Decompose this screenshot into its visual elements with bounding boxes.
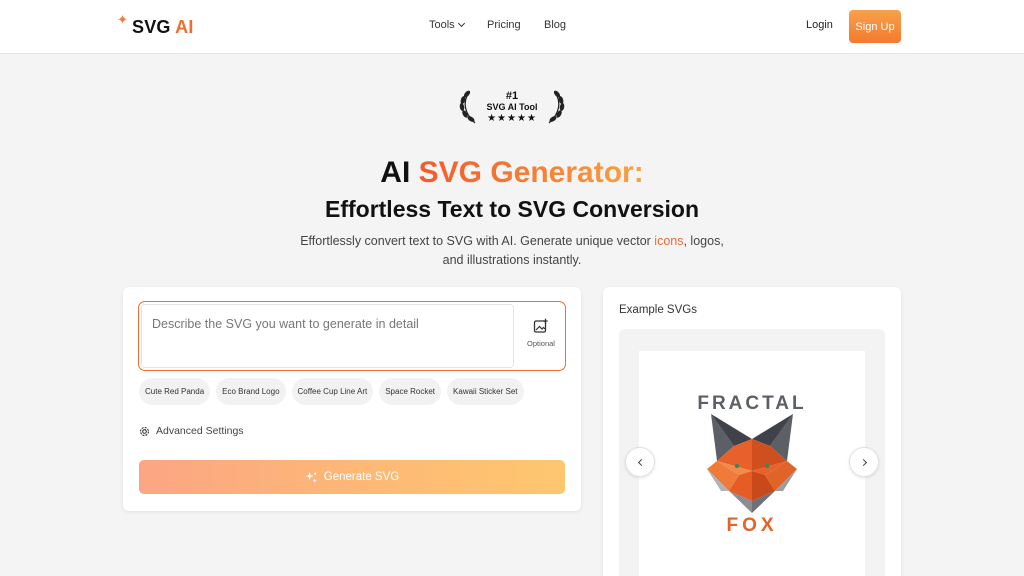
advanced-settings-toggle[interactable]: Advanced Settings — [139, 425, 244, 437]
login-link[interactable]: Login — [806, 19, 833, 31]
example-carousel: FRACTAL FOX — [619, 329, 885, 576]
hero-title: AI SVG Generator: — [380, 156, 644, 189]
hero-subtitle: Effortless Text to SVG Conversion — [324, 196, 700, 222]
optional-label: Optional — [527, 339, 555, 348]
suggestion-chip[interactable]: Eco Brand Logo — [216, 378, 286, 405]
prompt-box: Optional — [138, 301, 566, 371]
nav-links: Tools Pricing Blog — [429, 19, 584, 31]
chevron-left-icon — [637, 458, 645, 466]
badge-rank: #1 — [505, 90, 519, 102]
badge-label: SVG AI Tool — [486, 102, 538, 112]
suggestion-chip[interactable]: Coffee Cup Line Art — [291, 378, 374, 405]
signup-button[interactable]: Sign Up — [849, 10, 901, 43]
fractal-fox-logo: FRACTAL FOX — [697, 393, 806, 536]
logo-text: SVG AI — [132, 16, 194, 37]
chevron-right-icon — [859, 458, 867, 466]
prompt-input[interactable] — [141, 304, 514, 368]
logo-top-text: FRACTAL — [697, 393, 806, 414]
generate-svg-button[interactable]: Generate SVG — [139, 460, 565, 494]
sparkles-icon — [305, 471, 317, 483]
top-nav: ✦ SVG AI Tools Pricing Blog Login Sign U… — [0, 0, 1024, 54]
prompt-suggestions: Cute Red Panda Eco Brand Logo Coffee Cup… — [139, 378, 524, 405]
rank-badge: #1 SVG AI Tool ★★★★★ — [457, 88, 567, 128]
suggestion-chip[interactable]: Cute Red Panda — [139, 378, 211, 405]
logo[interactable]: ✦ SVG AI — [117, 13, 194, 41]
nav-link-tools[interactable]: Tools — [429, 19, 487, 31]
logo-bottom-text: FOX — [726, 515, 777, 536]
image-add-icon — [533, 318, 548, 333]
generator-card: Optional Cute Red Panda Eco Brand Logo C… — [123, 287, 581, 511]
suggestion-chip[interactable]: Space Rocket — [379, 378, 442, 405]
icons-link[interactable]: icons — [654, 234, 683, 248]
hero-description: Effortlessly convert text to SVG with AI… — [300, 234, 724, 267]
upload-image-button[interactable]: Optional — [519, 318, 563, 348]
sparkle-icon: ✦ — [117, 12, 128, 27]
example-image[interactable]: FRACTAL FOX — [639, 351, 865, 576]
examples-card: Example SVGs FRACTAL FOX — [603, 287, 901, 576]
suggestion-chip[interactable]: Kawaii Sticker Set — [447, 378, 524, 405]
nav-link-pricing[interactable]: Pricing — [487, 19, 544, 31]
chevron-down-icon — [457, 19, 465, 28]
nav-link-blog[interactable]: Blog — [544, 19, 584, 31]
star-rating-icon: ★★★★★ — [487, 113, 537, 124]
examples-title: Example SVGs — [619, 304, 697, 316]
carousel-prev-button[interactable] — [625, 447, 655, 477]
gear-icon — [140, 426, 149, 436]
carousel-next-button[interactable] — [849, 447, 879, 477]
